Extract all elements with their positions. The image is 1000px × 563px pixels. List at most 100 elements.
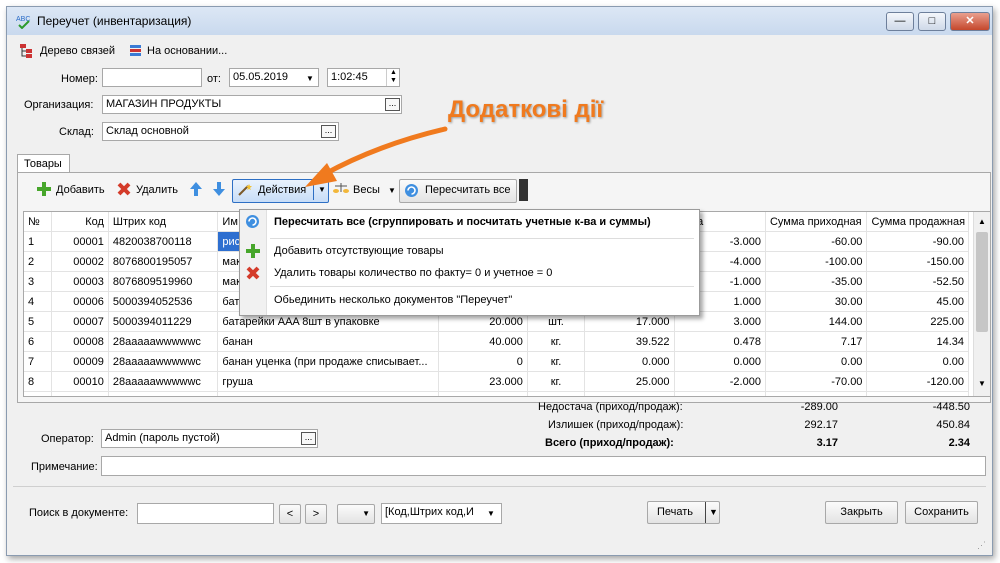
search-prev-button[interactable]: < xyxy=(279,504,301,524)
menu-item-add-missing[interactable]: Добавить отсутствующие товары xyxy=(274,245,444,257)
time-spinner[interactable]: ▲ ▼ xyxy=(386,69,400,86)
search-field-select[interactable]: [Код,Штрих код,И xyxy=(381,503,502,524)
move-up-icon[interactable] xyxy=(189,181,203,197)
table-cell[interactable]: -1.000 xyxy=(674,391,766,396)
table-cell[interactable]: -120.00 xyxy=(866,371,969,392)
table-cell[interactable]: 00008 xyxy=(51,331,109,352)
table-cell[interactable]: горошек зеленый xyxy=(217,391,440,396)
scroll-down-icon[interactable]: ▼ xyxy=(978,379,986,388)
organization-select-button[interactable]: ... xyxy=(385,98,400,111)
table-row[interactable]: 7 00009 28aaaaawwwwwc банан уценка (при про… xyxy=(24,351,969,372)
table-cell[interactable]: -60.00 xyxy=(765,231,868,252)
search-mode-select[interactable]: ▼ xyxy=(337,504,375,524)
table-cell[interactable]: 23.000 xyxy=(438,371,528,392)
menu-item-delete-zero[interactable]: Удалить товары количество по факту= 0 и … xyxy=(274,267,552,279)
table-cell[interactable]: кг. xyxy=(527,351,586,372)
table-cell[interactable]: 5000394011229 xyxy=(108,311,219,332)
delete-button[interactable]: Удалить xyxy=(136,184,178,196)
table-cell[interactable]: 7 xyxy=(24,351,52,372)
chevron-down-icon[interactable]: ▼ xyxy=(705,502,718,523)
table-cell[interactable]: 1 xyxy=(24,231,52,252)
minimize-button[interactable]: — xyxy=(886,12,914,31)
table-cell[interactable]: 00009 xyxy=(51,351,109,372)
table-cell[interactable]: -70.00 xyxy=(765,371,868,392)
scroll-thumb[interactable] xyxy=(976,232,988,332)
column-header[interactable]: № xyxy=(24,212,52,232)
column-header[interactable]: Штрих код xyxy=(108,212,219,232)
table-cell[interactable]: 00002 xyxy=(51,251,109,272)
table-cell[interactable]: 00007 xyxy=(51,311,109,332)
table-cell[interactable]: -100.00 xyxy=(765,251,868,272)
number-input[interactable] xyxy=(102,68,202,87)
column-header[interactable]: Сумма продажная xyxy=(866,212,969,232)
operator-input[interactable]: Admin (пароль пустой) xyxy=(101,429,318,448)
search-input[interactable] xyxy=(137,503,274,524)
close-window-button[interactable]: ✕ xyxy=(950,12,990,31)
chevron-down-icon[interactable]: ▼ xyxy=(487,509,495,518)
column-header[interactable]: Код xyxy=(51,212,109,232)
organization-input[interactable]: МАГАЗИН ПРОДУКТЫ xyxy=(102,95,402,114)
table-cell[interactable]: 40.000 xyxy=(438,331,528,352)
table-cell[interactable]: 00001 xyxy=(51,231,109,252)
table-cell[interactable]: 45.00 xyxy=(866,291,969,312)
table-cell[interactable]: 0.00 xyxy=(866,351,969,372)
table-cell[interactable]: 00003 xyxy=(51,271,109,292)
table-cell[interactable]: 2 xyxy=(24,251,52,272)
menu-item-merge-documents[interactable]: Обьединить несколько документов "Переуче… xyxy=(274,294,512,306)
table-cell[interactable]: -52.50 xyxy=(866,271,969,292)
table-cell[interactable]: банан xyxy=(217,331,440,352)
table-cell[interactable]: 23.000 xyxy=(438,391,528,396)
table-cell[interactable]: 0.000 xyxy=(584,351,675,372)
table-cell[interactable]: 00004 xyxy=(51,391,109,396)
table-cell[interactable]: 00006 xyxy=(51,291,109,312)
move-down-icon[interactable] xyxy=(212,181,226,197)
table-cell[interactable]: 5000571700122 xyxy=(108,391,219,396)
table-cell[interactable]: -37.00 xyxy=(765,391,868,396)
table-cell[interactable]: банан уценка (при продаже списывает... xyxy=(217,351,440,372)
toolbar-overflow-button[interactable] xyxy=(519,179,528,201)
table-cell[interactable]: 144.00 xyxy=(765,311,868,332)
table-cell[interactable]: -90.00 xyxy=(866,231,969,252)
save-button[interactable]: Сохранить xyxy=(905,501,978,524)
table-cell[interactable]: 8076800195057 xyxy=(108,251,219,272)
note-input[interactable] xyxy=(101,456,986,476)
table-cell[interactable]: 39.522 xyxy=(584,331,675,352)
table-cell[interactable]: 28aaaaawwwwwc xyxy=(108,371,219,392)
table-cell[interactable]: 225.00 xyxy=(866,311,969,332)
resize-grip-icon[interactable]: ⋰ xyxy=(977,540,986,551)
table-cell[interactable]: 25.000 xyxy=(584,371,675,392)
table-cell[interactable]: груша xyxy=(217,371,440,392)
table-cell[interactable]: кг. xyxy=(527,391,586,396)
based-on-link[interactable]: На основании... xyxy=(147,45,227,57)
table-cell[interactable]: 28aaaaawwwwwc xyxy=(108,351,219,372)
table-cell[interactable]: -150.00 xyxy=(866,251,969,272)
table-cell[interactable]: 0.00 xyxy=(765,351,868,372)
table-cell[interactable]: кг. xyxy=(527,371,586,392)
table-cell[interactable]: 5000394052536 xyxy=(108,291,219,312)
maximize-button[interactable]: □ xyxy=(918,12,946,31)
table-cell[interactable]: -2.000 xyxy=(674,371,766,392)
table-cell[interactable]: 4820038700118 xyxy=(108,231,219,252)
table-cell[interactable]: 3 xyxy=(24,271,52,292)
table-row[interactable]: 6 00008 28aaaaawwwwwc банан 40.000 кг. 39.522 0… xyxy=(24,331,969,352)
table-cell[interactable]: 5 xyxy=(24,311,52,332)
table-cell[interactable]: 8 xyxy=(24,371,52,392)
add-button[interactable]: Добавить xyxy=(56,184,105,196)
table-cell[interactable]: 0 xyxy=(438,351,528,372)
tab-goods[interactable]: Товары xyxy=(17,154,70,172)
menu-item-recalc-all[interactable]: Пересчитать все (сгруппировать и посчита… xyxy=(274,216,651,228)
operator-select-button[interactable]: ... xyxy=(301,432,316,445)
table-cell[interactable]: 30.00 xyxy=(765,291,868,312)
table-cell[interactable]: 4 xyxy=(24,291,52,312)
table-cell[interactable]: 00010 xyxy=(51,371,109,392)
search-next-button[interactable]: > xyxy=(305,504,327,524)
table-cell[interactable]: 9 xyxy=(24,391,52,396)
print-button[interactable]: Печать ▼ xyxy=(647,501,720,524)
table-cell[interactable]: 0.000 xyxy=(674,351,766,372)
table-row[interactable]: 9000045000571700122горошек зеленый23.000… xyxy=(24,391,969,396)
close-button[interactable]: Закрыть xyxy=(825,501,898,524)
table-cell[interactable]: кг. xyxy=(527,331,586,352)
table-cell[interactable]: 8076809519960 xyxy=(108,271,219,292)
scroll-up-icon[interactable]: ▲ xyxy=(978,217,986,226)
column-header[interactable]: Сумма приходная xyxy=(765,212,868,232)
